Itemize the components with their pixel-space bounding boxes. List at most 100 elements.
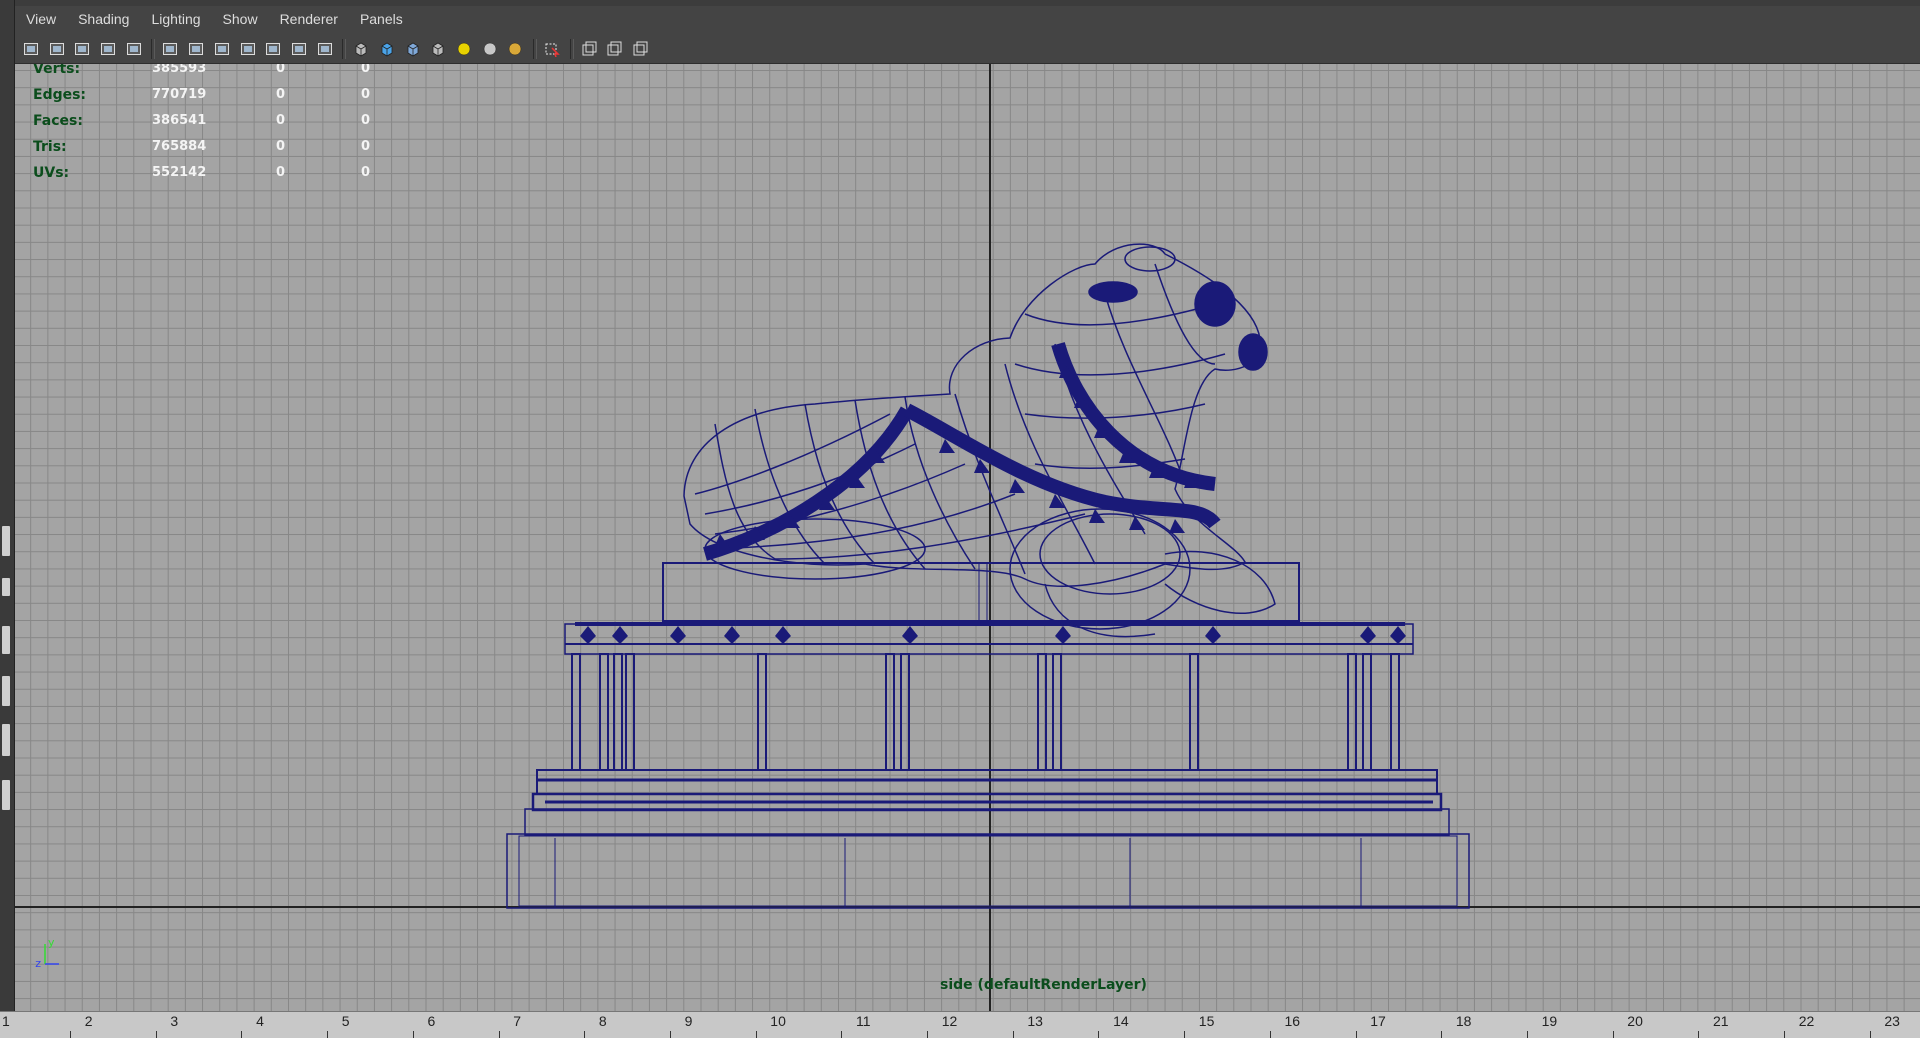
field-chart-icon[interactable] bbox=[263, 39, 283, 59]
toolbar-separator bbox=[151, 38, 156, 59]
hud-label: Tris: bbox=[33, 139, 67, 155]
menu-panels[interactable]: Panels bbox=[349, 11, 414, 27]
wireframe-on-shaded-icon[interactable] bbox=[403, 39, 423, 59]
timeline-tick-label: 7 bbox=[513, 1013, 521, 1029]
hud-uv-value: 0 bbox=[361, 113, 371, 128]
toolbar-separator bbox=[533, 38, 538, 59]
2d-pan-zoom-icon[interactable] bbox=[124, 39, 144, 59]
wireframe-icon[interactable] bbox=[351, 39, 371, 59]
timeline-tick-mark bbox=[927, 1031, 928, 1038]
camera-name-label: side (defaultRenderLayer) bbox=[940, 977, 1147, 993]
xray-icon[interactable] bbox=[579, 39, 599, 59]
timeline-tick-label: 3 bbox=[170, 1013, 179, 1029]
hud-label: Edges: bbox=[33, 87, 87, 103]
isolate-select-icon[interactable] bbox=[542, 39, 562, 59]
rail-ornaments bbox=[580, 626, 1406, 644]
timeline-tick-label: 13 bbox=[1027, 1013, 1043, 1029]
hud-total-value: 385593 bbox=[152, 64, 207, 76]
hud-selected-value: 0 bbox=[276, 113, 286, 128]
side-viewport[interactable]: Verts: 385593 0 0 Edges: 770719 0 0 Faces: 386541… bbox=[15, 64, 1920, 1011]
timeline-tick-label: 15 bbox=[1198, 1013, 1215, 1029]
camera-attributes-icon[interactable] bbox=[47, 39, 67, 59]
hud-row: Tris: 765884 0 0 bbox=[33, 139, 373, 165]
timeline-tick-label: 5 bbox=[341, 1013, 350, 1029]
hud-label: Verts: bbox=[33, 64, 81, 77]
hud-total-value: 552142 bbox=[152, 165, 207, 180]
timeline-tick-mark bbox=[412, 1031, 414, 1038]
use-all-lights-icon[interactable] bbox=[454, 39, 474, 59]
time-slider[interactable]: 1 2 3 4 5 6 7 8 9 10 11 12 13 14 15 16 17 18 19 20 21 22 23 bbox=[0, 1011, 1920, 1038]
timeline-tick-mark bbox=[1012, 1031, 1014, 1038]
hud-uv-value: 0 bbox=[361, 139, 371, 154]
hud-total-value: 386541 bbox=[152, 113, 207, 128]
statue-slab bbox=[662, 562, 1300, 622]
timeline-tick-mark bbox=[1698, 1031, 1700, 1038]
textured-icon[interactable] bbox=[428, 39, 448, 59]
strip-handle[interactable] bbox=[2, 676, 10, 706]
menu-show[interactable]: Show bbox=[212, 11, 269, 27]
timeline-tick-label: 20 bbox=[1627, 1013, 1643, 1029]
strip-handle[interactable] bbox=[2, 780, 10, 810]
panel-menu-bar: View Shading Lighting Show Renderer Pane… bbox=[15, 6, 1920, 31]
image-plane-icon[interactable] bbox=[98, 39, 118, 59]
film-gate-icon[interactable] bbox=[186, 39, 206, 59]
timeline-tick-label: 19 bbox=[1541, 1013, 1558, 1029]
timeline-tick-mark bbox=[70, 1031, 71, 1038]
timeline-tick-mark bbox=[584, 1031, 586, 1038]
timeline-tick-label: 10 bbox=[770, 1013, 786, 1029]
timeline-tick-label: 4 bbox=[256, 1013, 264, 1029]
grid-icon[interactable] bbox=[160, 39, 180, 59]
timeline-tick-mark bbox=[155, 1031, 157, 1038]
timeline-tick-mark bbox=[1869, 1031, 1871, 1038]
timeline-tick-mark bbox=[669, 1031, 671, 1038]
timeline-tick-label: 23 bbox=[1884, 1013, 1900, 1029]
timeline-tick-label: 2 bbox=[84, 1013, 93, 1029]
hud-label: Faces: bbox=[33, 113, 83, 129]
view-axis-gizmo: z y bbox=[35, 938, 59, 970]
menu-view[interactable]: View bbox=[15, 11, 67, 27]
select-camera-icon[interactable] bbox=[21, 39, 41, 59]
xray-joints-icon[interactable] bbox=[604, 39, 624, 59]
gate-mask-icon[interactable] bbox=[238, 39, 258, 59]
plinth bbox=[524, 808, 1450, 836]
timeline-tick-label: 1 bbox=[2, 1013, 10, 1029]
timeline-tick-label: 11 bbox=[856, 1013, 871, 1029]
resolution-gate-icon[interactable] bbox=[212, 39, 232, 59]
timeline-tick-mark bbox=[1098, 1031, 1100, 1038]
timeline-tick-mark bbox=[241, 1031, 243, 1038]
hud-selected-value: 0 bbox=[276, 165, 286, 180]
safe-action-icon[interactable] bbox=[289, 39, 309, 59]
strip-handle[interactable] bbox=[2, 626, 10, 654]
timeline-tick-mark bbox=[1441, 1031, 1443, 1038]
toolbar-separator bbox=[569, 38, 574, 59]
wireframe-model[interactable] bbox=[15, 64, 1920, 1011]
shadows-icon[interactable] bbox=[480, 39, 500, 59]
strip-handle[interactable] bbox=[2, 526, 10, 556]
maya-viewport-panel: View Shading Lighting Show Renderer Pane… bbox=[0, 0, 1920, 1038]
top-rail bbox=[564, 623, 1414, 655]
strip-handle[interactable] bbox=[2, 578, 10, 596]
hud-total-value: 770719 bbox=[152, 87, 207, 102]
hud-selected-value: 0 bbox=[276, 139, 286, 154]
safe-title-icon[interactable] bbox=[315, 39, 335, 59]
hud-total-value: 765884 bbox=[152, 139, 207, 154]
base-inner bbox=[518, 835, 1458, 907]
pillars bbox=[571, 653, 1400, 771]
timeline-tick-mark bbox=[1269, 1031, 1271, 1038]
strip-handle[interactable] bbox=[2, 724, 10, 756]
hud-selected-value: 0 bbox=[276, 64, 286, 76]
menu-renderer[interactable]: Renderer bbox=[269, 11, 349, 27]
menu-shading[interactable]: Shading bbox=[67, 11, 140, 27]
xray-components-icon[interactable] bbox=[630, 39, 650, 59]
timeline-tick-label: 17 bbox=[1370, 1013, 1386, 1029]
hud-row: Faces: 386541 0 0 bbox=[33, 113, 373, 139]
left-tool-strip[interactable] bbox=[0, 0, 15, 1015]
bookmarks-icon[interactable] bbox=[72, 39, 92, 59]
menu-lighting[interactable]: Lighting bbox=[140, 11, 211, 27]
timeline-tick-label: 6 bbox=[427, 1013, 436, 1029]
smooth-shade-icon[interactable] bbox=[377, 39, 397, 59]
timeline-tick-mark bbox=[1612, 1031, 1614, 1038]
ambient-occlusion-icon[interactable] bbox=[505, 39, 525, 59]
timeline-tick-mark bbox=[1784, 1031, 1785, 1038]
axis-z-label: z bbox=[35, 957, 41, 970]
